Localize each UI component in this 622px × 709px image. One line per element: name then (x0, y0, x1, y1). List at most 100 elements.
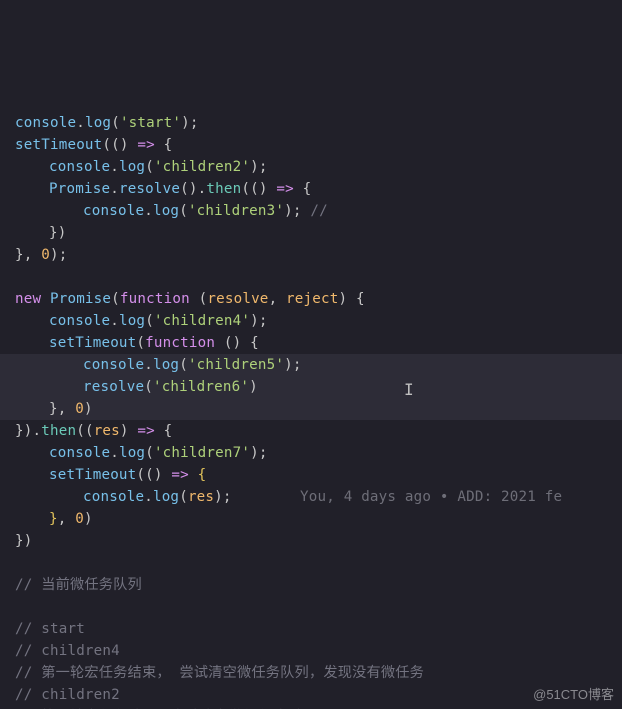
token-pun: ( (136, 335, 145, 351)
token-pun: ) (249, 379, 258, 395)
token-pun: ( (145, 313, 154, 329)
token-fn: resolve (83, 379, 144, 395)
token-str: 'children2' (154, 159, 250, 175)
token-str: 'start' (120, 115, 181, 131)
token-pun: . (110, 445, 119, 461)
code-line[interactable]: console.log('children7'); (15, 442, 622, 464)
token-cls: Promise (50, 291, 111, 307)
token-kw: => (137, 423, 154, 439)
token-pun: ) (84, 401, 93, 417)
git-blame-codelens: You, 4 days ago • ADD: 2021 fe (300, 486, 562, 508)
code-line[interactable]: console.log(res);You, 4 days ago • ADD: … (15, 486, 622, 508)
token-pun: }) (15, 533, 32, 549)
code-line[interactable]: new Promise(function (resolve, reject) { (15, 288, 622, 310)
token-pun: . (76, 115, 85, 131)
token-pun: ( (111, 115, 120, 131)
token-pun: }) (49, 225, 66, 241)
token-cmt: // start (15, 621, 85, 637)
code-line[interactable]: resolve('children6') (15, 376, 622, 398)
token-pun: { (155, 137, 172, 153)
token-cmt: // children2 (15, 687, 120, 703)
token-obj: console (15, 115, 76, 131)
token-pun: . (144, 357, 153, 373)
token-pun: () (111, 137, 137, 153)
token-fn: log (119, 159, 145, 175)
code-body[interactable]: console.log('start');setTimeout(() => {c… (15, 112, 622, 709)
token-kw: function (145, 335, 224, 351)
code-editor[interactable]: console.log('start');setTimeout(() => {c… (0, 0, 622, 709)
token-str: 'children5' (188, 357, 284, 373)
code-line[interactable]: }, 0) (15, 398, 622, 420)
code-line[interactable]: console.log('children5'); (15, 354, 622, 376)
token-obj: console (49, 313, 110, 329)
token-kw: => (171, 467, 188, 483)
token-fn: setTimeout (15, 137, 102, 153)
token-fn: setTimeout (49, 335, 136, 351)
token-pun: ( (179, 357, 188, 373)
token-pun: ); (214, 489, 231, 505)
code-line[interactable]: // children4 (15, 640, 622, 662)
token-cmt: // 第一轮宏任务结束， 尝试清空微任务队列，发现没有微任务 (15, 665, 424, 681)
code-line[interactable]: Promise.resolve().then(() => { (15, 178, 622, 200)
code-line[interactable]: console.log('children2'); (15, 156, 622, 178)
token-kw: => (276, 181, 293, 197)
code-line[interactable]: }, 0); (15, 244, 622, 266)
token-pun: . (110, 313, 119, 329)
token-pun: ) (120, 423, 137, 439)
code-line[interactable]: setTimeout(() => { (15, 134, 622, 156)
code-line[interactable] (15, 596, 622, 618)
token-pun: ( (179, 489, 188, 505)
token-pun: }, (15, 247, 41, 263)
code-line[interactable]: }).then((res) => { (15, 420, 622, 442)
token-fn: log (153, 489, 179, 505)
token-kw: function (120, 291, 199, 307)
code-line[interactable]: }, 0) (15, 508, 622, 530)
token-pun: ); (284, 357, 301, 373)
token-obj: console (49, 159, 110, 175)
code-line[interactable]: setTimeout(() => { (15, 464, 622, 486)
code-line[interactable]: console.log('children4'); (15, 310, 622, 332)
token-pun: ); (250, 313, 267, 329)
watermark: @51CTO博客 (533, 684, 614, 703)
token-kw: => (137, 137, 154, 153)
token-par: res (94, 423, 120, 439)
token-pun: ( (241, 181, 250, 197)
token-pun: , (269, 291, 286, 307)
code-line[interactable]: // start (15, 618, 622, 640)
code-line[interactable]: // children2 (15, 684, 622, 706)
code-line[interactable] (15, 266, 622, 288)
code-line[interactable]: console.log('start'); (15, 112, 622, 134)
token-str: 'children4' (154, 313, 250, 329)
token-pun: ( (102, 137, 111, 153)
token-str: 'children7' (154, 445, 250, 461)
token-pun: ( (111, 291, 120, 307)
token-num: 0 (75, 401, 84, 417)
code-line[interactable]: setTimeout(function () { (15, 332, 622, 354)
token-pun: () (145, 467, 171, 483)
token-br: { (198, 467, 207, 483)
token-pun: }). (15, 423, 41, 439)
token-fn: log (119, 313, 145, 329)
token-fn: log (119, 445, 145, 461)
code-line[interactable]: // 当前微任务队列 (15, 574, 622, 596)
code-line[interactable]: }) (15, 222, 622, 244)
token-pun: }, (49, 401, 75, 417)
code-line[interactable]: // 第一轮宏任务结束， 尝试清空微任务队列，发现没有微任务 (15, 662, 622, 684)
token-pun: ); (250, 159, 267, 175)
token-pun: . (110, 181, 119, 197)
token-pun: ); (50, 247, 67, 263)
token-par: res (188, 489, 214, 505)
token-str: 'children3' (188, 203, 284, 219)
code-line[interactable]: }) (15, 530, 622, 552)
token-pun: ( (179, 203, 188, 219)
token-pun: ( (145, 159, 154, 175)
token-obj: console (83, 203, 144, 219)
token-fn: log (85, 115, 111, 131)
code-line[interactable]: console.log('children3'); // (15, 200, 622, 222)
token-fn: setTimeout (49, 467, 136, 483)
token-pun: . (144, 489, 153, 505)
token-num: 0 (75, 511, 84, 527)
token-pun: (). (180, 181, 206, 197)
token-pun: ); (181, 115, 198, 131)
code-line[interactable] (15, 552, 622, 574)
